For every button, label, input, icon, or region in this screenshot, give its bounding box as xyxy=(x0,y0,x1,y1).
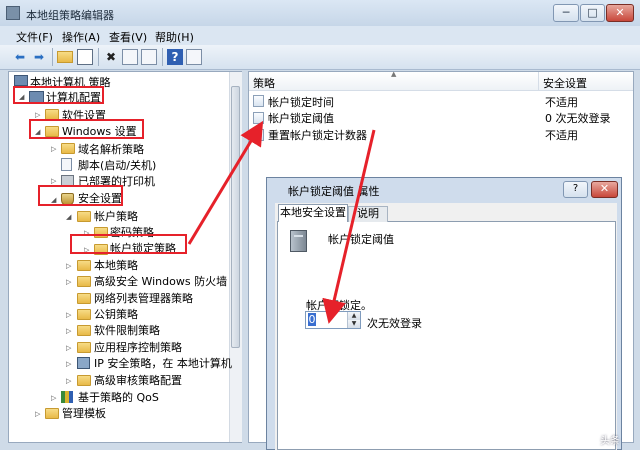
tree-item-software-restriction[interactable]: 软件限制策略 xyxy=(94,322,160,338)
back-icon[interactable]: ⬅ xyxy=(12,49,28,65)
list-row-name[interactable]: 帐户锁定阈值 xyxy=(268,110,334,126)
expand-arrow-icon[interactable]: ▷ xyxy=(66,327,71,335)
list-row-value: 不适用 xyxy=(545,129,578,142)
expand-arrow-icon[interactable]: ▷ xyxy=(66,377,71,385)
action-pane-icon[interactable] xyxy=(186,49,202,65)
tree-item-admin-templates[interactable]: 管理模板 xyxy=(62,405,106,421)
group-policy-editor-window: 本地组策略编辑器 ─ □ ✕ 文件(F) 操作(A) 查看(V) 帮助(H) ⬅… xyxy=(0,0,640,450)
header-separator xyxy=(538,72,539,90)
show-hide-tree-icon[interactable] xyxy=(77,49,93,65)
watermark-text: 头条 xyxy=(600,436,620,447)
expand-arrow-icon[interactable]: ▷ xyxy=(66,360,71,368)
tree-scrollbar-thumb[interactable] xyxy=(231,86,240,348)
expand-arrow-icon[interactable]: ▷ xyxy=(51,145,56,153)
tree-item-app-control[interactable]: 应用程序控制策略 xyxy=(94,339,182,355)
policy-name: 帐户锁定阈值 xyxy=(328,233,394,246)
highlight-windows-settings xyxy=(29,119,144,139)
folder-icon xyxy=(77,293,91,304)
threshold-unit-label: 次无效登录 xyxy=(367,317,422,330)
policy-icon xyxy=(253,112,264,124)
expand-arrow-icon[interactable]: ▷ xyxy=(66,344,71,352)
folder-icon xyxy=(77,375,91,386)
tree-item-dns-policy[interactable]: 域名解析策略 xyxy=(78,141,144,157)
list-row-name[interactable]: 帐户锁定时间 xyxy=(268,94,334,110)
tree-item-local-policies[interactable]: 本地策略 xyxy=(94,257,138,273)
expand-arrow-icon[interactable]: ▷ xyxy=(66,311,71,319)
dialog-help-button[interactable]: ? xyxy=(563,181,588,198)
list-row-name[interactable]: 重置帐户锁定计数器 xyxy=(268,127,367,143)
folder-icon xyxy=(77,276,91,287)
folder-icon xyxy=(45,408,59,419)
properties-icon[interactable] xyxy=(122,49,138,65)
folder-icon xyxy=(77,309,91,320)
help-icon[interactable]: ? xyxy=(167,49,183,65)
menu-help[interactable]: 帮助(H) xyxy=(155,29,194,45)
tree-item-firewall[interactable]: 高级安全 Windows 防火墙 xyxy=(94,273,227,289)
folder-icon xyxy=(77,342,91,353)
window-title: 本地组策略编辑器 xyxy=(26,9,114,22)
sort-arrow-icon: ▲ xyxy=(391,70,397,78)
folder-icon xyxy=(77,211,91,222)
policy-icon xyxy=(253,129,264,141)
column-header-setting[interactable]: 安全设置 xyxy=(543,75,587,91)
folder-icon xyxy=(77,260,91,271)
script-icon xyxy=(61,158,72,171)
threshold-value[interactable]: 0 xyxy=(308,313,316,326)
collapse-arrow-icon[interactable]: ◢ xyxy=(66,213,71,221)
tree-item-audit[interactable]: 高级审核策略配置 xyxy=(94,372,182,388)
export-list-icon[interactable] xyxy=(141,49,157,65)
tab-explain[interactable]: 说明 xyxy=(348,206,388,222)
tree-item-public-key[interactable]: 公钥策略 xyxy=(94,306,138,322)
spin-up-button[interactable]: ▲ xyxy=(347,312,360,320)
toolbar-separator xyxy=(162,48,163,66)
tab-local-security-setting[interactable]: 本地安全设置 xyxy=(278,204,348,222)
tab-page xyxy=(277,221,616,450)
expand-arrow-icon[interactable]: ▷ xyxy=(66,262,71,270)
menu-action[interactable]: 操作(A) xyxy=(62,29,100,45)
folder-icon xyxy=(77,325,91,336)
toolbar-separator xyxy=(52,48,53,66)
computer-policy-icon xyxy=(14,75,28,86)
minimize-button[interactable]: ─ xyxy=(553,4,579,22)
expand-arrow-icon[interactable]: ▷ xyxy=(51,394,56,402)
tree-item-account-policies[interactable]: 帐户策略 xyxy=(94,208,138,224)
toolbar xyxy=(0,45,640,70)
delete-icon[interactable]: ✖ xyxy=(103,49,119,65)
highlight-security-settings xyxy=(38,185,123,206)
ipsec-icon xyxy=(77,357,90,369)
menu-view[interactable]: 查看(V) xyxy=(109,29,147,45)
list-row-value: 0 次无效登录 xyxy=(545,112,611,125)
highlight-computer-config xyxy=(13,86,104,104)
list-row-value: 不适用 xyxy=(545,96,578,109)
policy-icon xyxy=(253,95,264,107)
column-header-policy[interactable]: 策略 xyxy=(253,75,275,91)
expand-arrow-icon[interactable]: ▷ xyxy=(35,111,40,119)
expand-arrow-icon[interactable]: ▷ xyxy=(66,278,71,286)
app-icon xyxy=(6,6,20,20)
forward-icon[interactable]: ➡ xyxy=(31,49,47,65)
expand-arrow-icon[interactable]: ▷ xyxy=(35,410,40,418)
tree-item-ipsec[interactable]: IP 安全策略，在 本地计算机 xyxy=(94,355,232,371)
dialog-title: 帐户锁定阈值 属性 xyxy=(288,185,380,198)
maximize-button[interactable]: □ xyxy=(580,4,605,22)
spin-down-button[interactable]: ▼ xyxy=(347,320,360,328)
dialog-close-button[interactable]: ✕ xyxy=(591,181,618,198)
expand-arrow-icon[interactable]: ▷ xyxy=(51,177,56,185)
tree-item-qos[interactable]: 基于策略的 QoS xyxy=(78,389,159,405)
computer-tower-icon xyxy=(290,230,307,252)
toolbar-separator xyxy=(98,48,99,66)
tree-item-scripts[interactable]: 脚本(启动/关机) xyxy=(78,157,156,173)
highlight-lockout-policy xyxy=(70,234,187,254)
folder-icon xyxy=(61,143,75,154)
close-button[interactable]: ✕ xyxy=(606,4,634,22)
qos-chart-icon xyxy=(61,391,73,403)
tree-item-network-list[interactable]: 网络列表管理器策略 xyxy=(94,290,193,306)
menu-file[interactable]: 文件(F) xyxy=(16,29,53,45)
up-folder-icon[interactable] xyxy=(57,51,73,63)
